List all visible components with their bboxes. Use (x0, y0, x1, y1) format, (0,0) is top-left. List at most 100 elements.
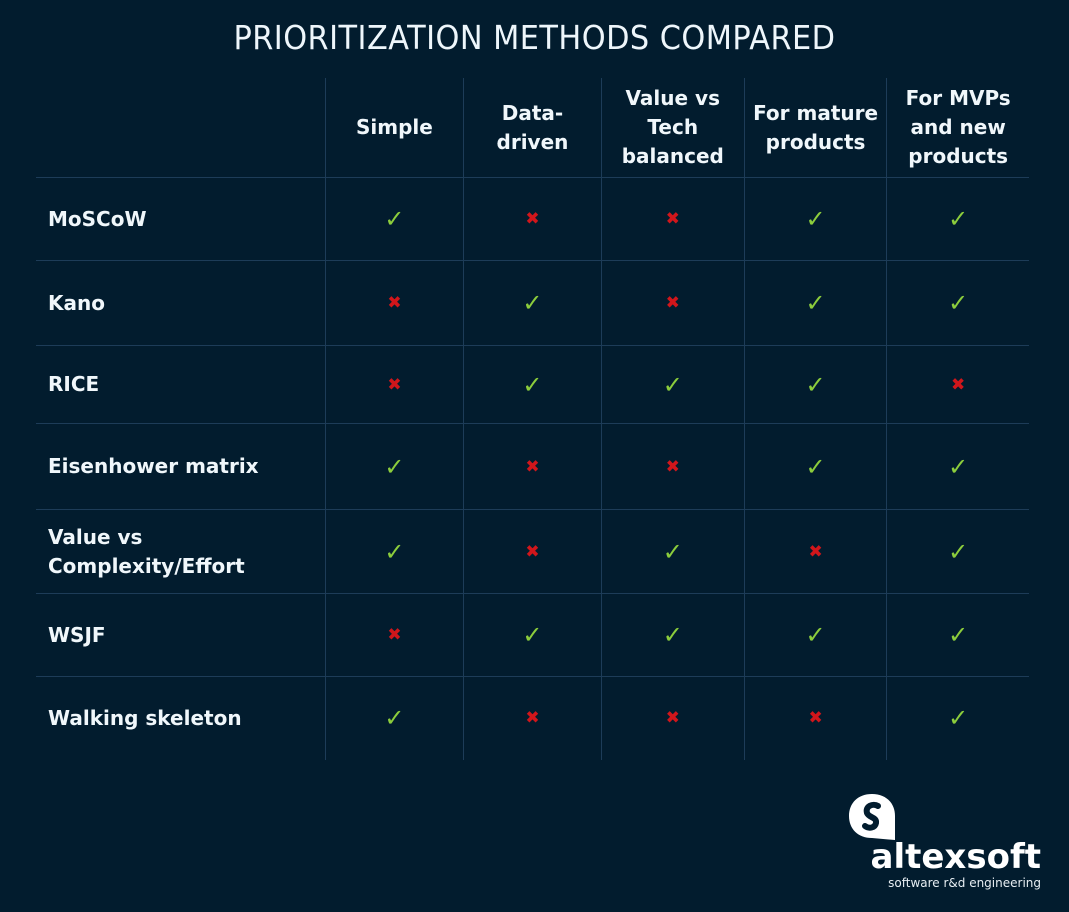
column-header-label: For MVPs and new products (905, 86, 1011, 168)
table-row: Value vs Complexity/Effort ✓ ✖ ✓ ✖ ✓ (36, 509, 1029, 594)
table-row: WSJF ✖ ✓ ✓ ✓ ✓ (36, 593, 1029, 677)
cross-icon: ✖ (525, 541, 540, 562)
checkmark-icon: ✓ (522, 289, 543, 317)
table-cell: ✓ (886, 676, 1029, 760)
brand-tagline: software r&d engineering (888, 876, 1041, 890)
table-cell: ✓ (886, 423, 1029, 510)
checkmark-icon: ✓ (662, 370, 683, 399)
table-cell: ✖ (324, 593, 464, 677)
checkmark-icon: ✓ (522, 621, 543, 649)
table-body: MoSCoW ✓ ✖ ✖ ✓ ✓ Kano ✖ ✓ ✖ ✓ ✓ RICE ✖ ✓ ✓ ✓ ✖ Eisenhower … (36, 177, 1029, 760)
method-name: RICE (36, 345, 326, 424)
cross-icon: ✖ (951, 374, 966, 395)
table-cell: ✓ (886, 260, 1029, 346)
table-cell: ✓ (886, 177, 1029, 261)
table-cell: ✓ (886, 593, 1029, 677)
table-cell: ✓ (600, 345, 745, 424)
checkmark-icon: ✓ (384, 452, 405, 481)
column-header-label: For mature products (753, 100, 879, 154)
column-header-label: Value vs Tech balanced (621, 86, 724, 168)
table-cell: ✓ (463, 260, 602, 346)
table-cell: ✖ (600, 177, 745, 261)
column-header-value-vs-tech: Value vs Tech balanced (600, 78, 745, 178)
cross-icon: ✖ (665, 293, 680, 313)
column-header-label: Data-driven (496, 100, 569, 154)
cross-icon: ✖ (665, 209, 680, 229)
table-cell: ✖ (743, 509, 887, 594)
header-row: Simple Data-driven Value vs Tech balanced … (36, 78, 1029, 178)
cross-icon: ✖ (525, 456, 540, 477)
cross-icon: ✖ (665, 708, 680, 729)
table-row: Walking skeleton ✓ ✖ ✖ ✖ ✓ (36, 676, 1029, 760)
table-cell: ✖ (600, 260, 745, 346)
checkmark-icon: ✓ (948, 621, 969, 649)
method-name: MoSCoW (36, 177, 326, 261)
checkmark-icon: ✓ (384, 205, 405, 233)
checkmark-icon: ✓ (662, 621, 683, 649)
brand-name: altexsoft (870, 837, 1041, 877)
checkmark-icon: ✓ (948, 205, 969, 233)
checkmark-icon: ✓ (662, 537, 683, 566)
table-cell: ✓ (743, 260, 887, 346)
checkmark-icon: ✓ (805, 370, 826, 399)
cross-icon: ✖ (808, 708, 823, 729)
table-cell: ✖ (463, 423, 602, 510)
table-cell: ✖ (463, 177, 602, 261)
checkmark-icon: ✓ (522, 370, 543, 399)
table-cell: ✖ (600, 423, 745, 510)
logo-mark-icon (849, 794, 895, 840)
cross-icon: ✖ (665, 456, 680, 477)
table-cell: ✓ (324, 423, 464, 510)
table-cell: ✓ (463, 593, 602, 677)
column-header-mature-products: For mature products (743, 78, 887, 178)
checkmark-icon: ✓ (805, 452, 826, 481)
cross-icon: ✖ (525, 708, 540, 729)
table-cell: ✖ (886, 345, 1029, 424)
table-cell: ✓ (600, 509, 745, 594)
method-name: Walking skeleton (36, 676, 326, 760)
checkmark-icon: ✓ (384, 704, 405, 733)
column-header-label: Simple (356, 115, 433, 139)
checkmark-icon: ✓ (805, 289, 826, 317)
table-row: MoSCoW ✓ ✖ ✖ ✓ ✓ (36, 177, 1029, 261)
table-cell: ✖ (463, 509, 602, 594)
header-corner (36, 78, 326, 178)
checkmark-icon: ✓ (805, 621, 826, 649)
method-name: Kano (36, 260, 326, 346)
cross-icon: ✖ (387, 293, 402, 313)
column-header-data-driven: Data-driven (463, 78, 602, 178)
table-cell: ✖ (463, 676, 602, 760)
table-cell: ✓ (743, 593, 887, 677)
table-cell: ✓ (743, 423, 887, 510)
table-row: Kano ✖ ✓ ✖ ✓ ✓ (36, 260, 1029, 346)
cross-icon: ✖ (387, 625, 402, 645)
method-name: WSJF (36, 593, 326, 677)
table-cell: ✓ (324, 177, 464, 261)
checkmark-icon: ✓ (948, 452, 969, 481)
table-cell: ✓ (463, 345, 602, 424)
checkmark-icon: ✓ (384, 537, 405, 566)
table-cell: ✓ (324, 509, 464, 594)
cross-icon: ✖ (525, 209, 540, 229)
method-name: Eisenhower matrix (36, 423, 326, 510)
column-header-mvps: For MVPs and new products (886, 78, 1029, 178)
table-cell: ✖ (324, 260, 464, 346)
table-cell: ✓ (600, 593, 745, 677)
checkmark-icon: ✓ (948, 289, 969, 317)
table-cell: ✓ (743, 177, 887, 261)
table-cell: ✓ (886, 509, 1029, 594)
method-name: Value vs Complexity/Effort (36, 509, 326, 594)
checkmark-icon: ✓ (805, 205, 826, 233)
table-cell: ✓ (743, 345, 887, 424)
checkmark-icon: ✓ (948, 537, 969, 566)
altexsoft-logo: altexsoft software r&d engineering (836, 792, 1041, 892)
table-row: Eisenhower matrix ✓ ✖ ✖ ✓ ✓ (36, 423, 1029, 510)
table-row: RICE ✖ ✓ ✓ ✓ ✖ (36, 345, 1029, 424)
comparison-table: Simple Data-driven Value vs Tech balanced … (36, 78, 1029, 760)
table-cell: ✖ (600, 676, 745, 760)
table-cell: ✖ (324, 345, 464, 424)
checkmark-icon: ✓ (948, 704, 969, 733)
cross-icon: ✖ (808, 541, 823, 562)
column-header-simple: Simple (324, 78, 464, 178)
cross-icon: ✖ (387, 374, 402, 395)
